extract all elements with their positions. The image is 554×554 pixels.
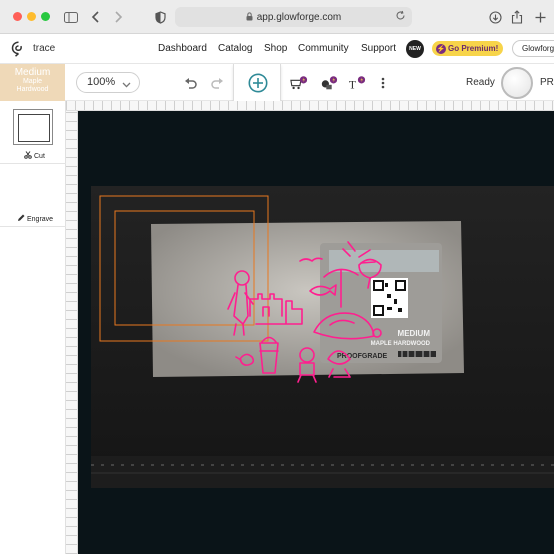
zoom-window-button[interactable] bbox=[41, 12, 50, 21]
device-selector[interactable]: Glowforge bbox=[512, 40, 554, 57]
printer-bed-view[interactable]: MEDIUM MAPLE HARDWOOD PROOFGRADE bbox=[78, 111, 554, 554]
undo-icon[interactable] bbox=[181, 74, 199, 92]
material-label-line1: MEDIUM bbox=[398, 329, 431, 338]
add-artwork-panel bbox=[233, 64, 281, 102]
engrave-step[interactable]: Engrave bbox=[17, 214, 53, 224]
steps-panel: Cut Engrave bbox=[0, 101, 66, 554]
nav-link-catalog[interactable]: Catalog bbox=[218, 43, 252, 54]
print-label[interactable]: PR bbox=[540, 77, 554, 88]
download-icon[interactable] bbox=[486, 8, 504, 26]
cut-step[interactable]: Cut bbox=[24, 151, 45, 161]
minimize-window-button[interactable] bbox=[27, 12, 36, 21]
step-divider bbox=[0, 226, 66, 227]
device-name: Glowforge bbox=[522, 44, 554, 53]
share-icon[interactable] bbox=[508, 8, 526, 26]
go-premium-button[interactable]: ⚡ Go Premium! bbox=[432, 41, 504, 56]
svg-text:T: T bbox=[349, 78, 356, 91]
bed-camera-image: MEDIUM MAPLE HARDWOOD PROOFGRADE bbox=[78, 186, 554, 554]
lightning-icon: ⚡ bbox=[436, 43, 446, 54]
printer-status: Ready bbox=[466, 77, 495, 88]
material-selector[interactable]: Medium Maple Hardwood bbox=[0, 64, 65, 101]
new-badge: NEW bbox=[406, 40, 424, 58]
cut-step-label: Cut bbox=[34, 152, 45, 160]
material-line-3: Hardwood bbox=[16, 86, 49, 93]
text-premium-icon[interactable]: T bbox=[348, 74, 366, 92]
url-text: app.glowforge.com bbox=[256, 11, 342, 23]
pencil-icon bbox=[17, 214, 25, 224]
shapes-premium-icon[interactable] bbox=[320, 74, 338, 92]
new-tab-icon[interactable] bbox=[531, 8, 549, 26]
redo-icon[interactable] bbox=[208, 74, 226, 92]
engrave-step-label: Engrave bbox=[27, 215, 54, 223]
add-artwork-icon[interactable] bbox=[248, 73, 268, 98]
zoom-value: 100% bbox=[87, 76, 116, 88]
go-premium-label: Go Premium! bbox=[448, 44, 499, 53]
reload-icon[interactable] bbox=[395, 10, 406, 24]
nav-link-support[interactable]: Support bbox=[361, 43, 396, 54]
print-button[interactable] bbox=[501, 67, 533, 99]
scissors-icon bbox=[24, 151, 32, 161]
back-icon[interactable] bbox=[87, 8, 105, 26]
sidebar-icon[interactable] bbox=[62, 8, 80, 26]
chevron-down-icon bbox=[122, 79, 131, 91]
nav-link-dashboard[interactable]: Dashboard bbox=[158, 43, 207, 54]
shield-icon[interactable] bbox=[151, 8, 169, 26]
address-bar[interactable]: app.glowforge.com bbox=[175, 7, 412, 27]
lock-icon bbox=[246, 11, 253, 23]
design-toolbar: Medium Maple Hardwood 100% T Ready PR bbox=[0, 64, 554, 102]
forward-icon[interactable] bbox=[109, 8, 127, 26]
material-label-line2: MAPLE HARDWOOD bbox=[371, 341, 431, 347]
more-options-icon[interactable] bbox=[374, 74, 392, 92]
glowforge-logo-icon[interactable] bbox=[11, 41, 26, 62]
nav-link-shop[interactable]: Shop bbox=[264, 43, 287, 54]
close-window-button[interactable] bbox=[13, 12, 22, 21]
nav-link-community[interactable]: Community bbox=[298, 43, 349, 54]
horizontal-ruler bbox=[66, 101, 554, 111]
design-title[interactable]: trace bbox=[33, 43, 55, 54]
graphic-library-premium-icon[interactable] bbox=[290, 74, 308, 92]
app-navbar: trace Dashboard Catalog Shop Community S… bbox=[0, 34, 554, 64]
material-name: Medium bbox=[14, 67, 51, 78]
material-line-2: Maple bbox=[22, 78, 43, 85]
cut-step-thumbnail[interactable] bbox=[13, 109, 53, 145]
browser-chrome: app.glowforge.com bbox=[0, 0, 554, 34]
vertical-ruler bbox=[66, 111, 78, 554]
step-divider bbox=[0, 163, 66, 164]
zoom-dropdown[interactable]: 100% bbox=[76, 72, 140, 93]
